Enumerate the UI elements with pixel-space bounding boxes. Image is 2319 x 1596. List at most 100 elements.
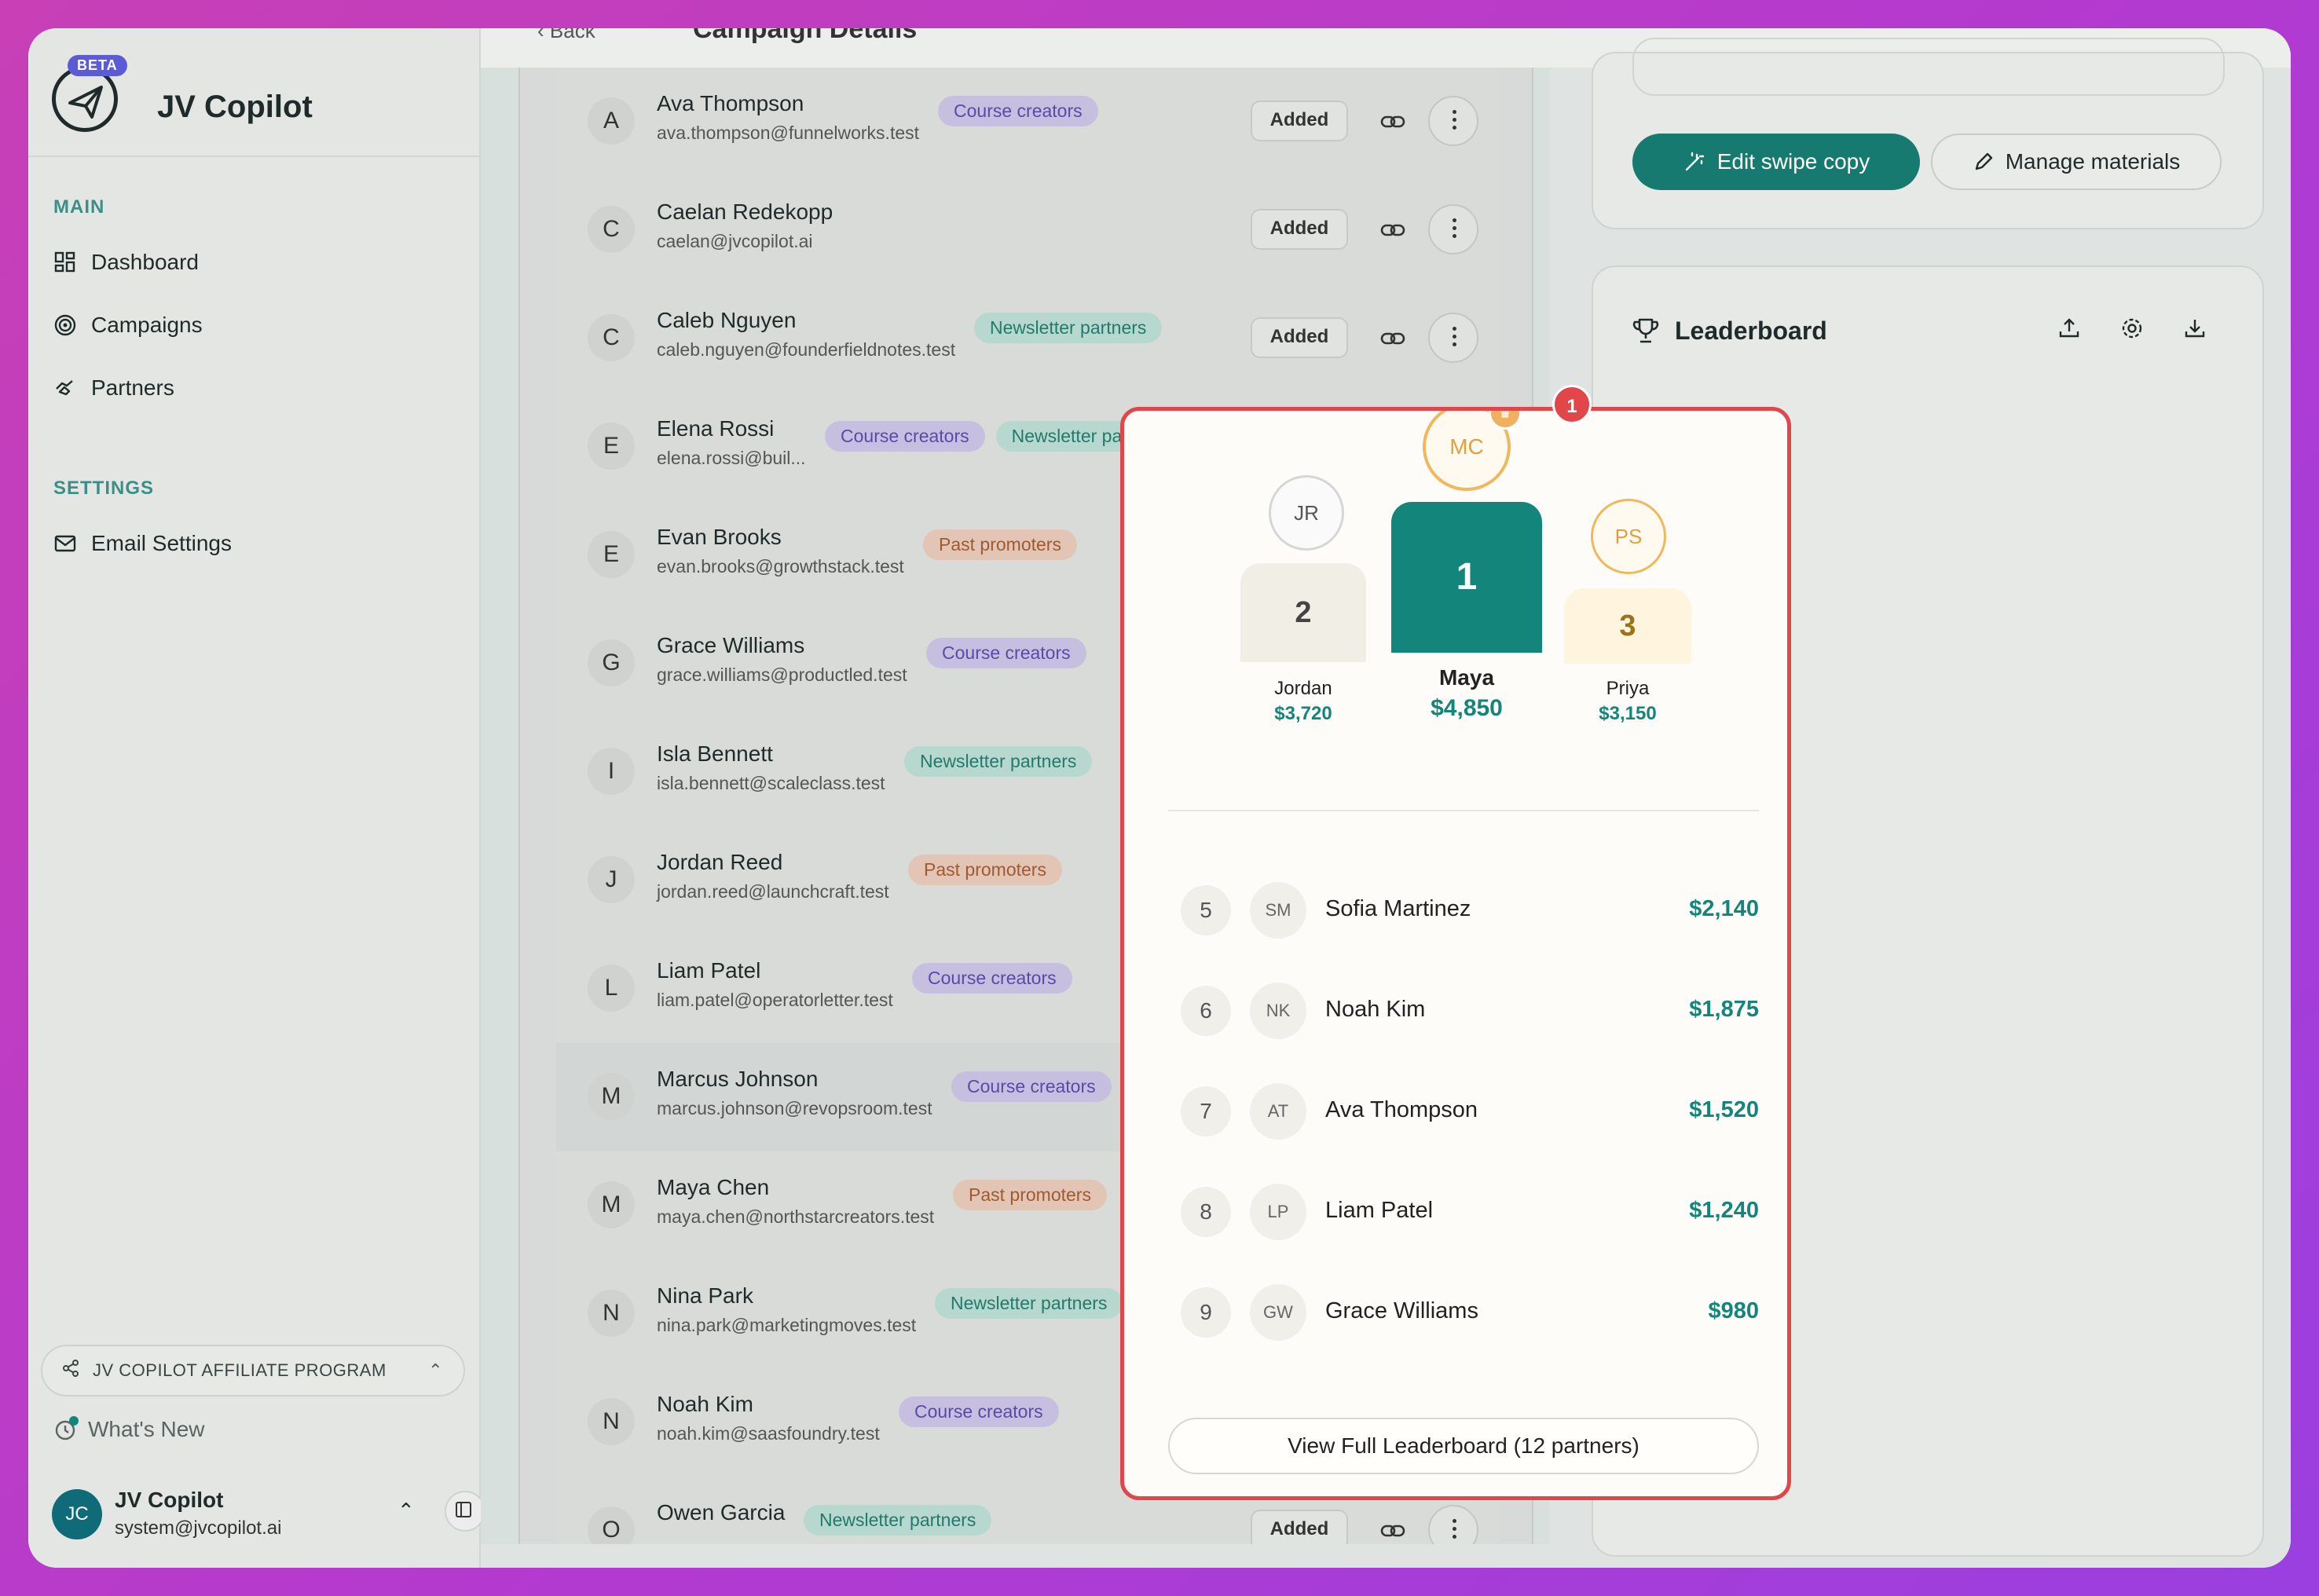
podium-name-first: Maya: [1438, 665, 1495, 690]
avatar: GW: [1250, 1284, 1306, 1341]
link-icon[interactable]: [1379, 217, 1406, 247]
chevron-up-icon[interactable]: ⌃: [397, 1499, 415, 1523]
list-item[interactable]: 8 LP Liam Patel $1,240: [1168, 1162, 1765, 1262]
upload-icon[interactable]: [2057, 316, 2082, 345]
status-badge: Added: [1251, 1510, 1348, 1544]
toggle-sidebar-button[interactable]: [445, 1491, 485, 1532]
sidebar-item-partners[interactable]: Partners: [53, 364, 446, 412]
tag-group: Newsletter partners: [904, 746, 1093, 777]
kebab-icon: [1453, 327, 1456, 350]
podium-amount-first: $4,850: [1431, 695, 1503, 721]
more-options-button[interactable]: [1428, 204, 1478, 254]
gear-icon[interactable]: [2119, 316, 2145, 345]
avatar: O: [588, 1506, 635, 1544]
more-options-button[interactable]: [1428, 1505, 1478, 1544]
user-email: system@jvcopilot.ai: [115, 1517, 282, 1539]
podium-amount-third: $3,150: [1599, 703, 1657, 724]
podium-block-first: 1: [1391, 502, 1542, 653]
status-badge: Added: [1251, 209, 1348, 250]
more-options-button[interactable]: [1428, 96, 1478, 146]
button-label: Manage materials: [2005, 149, 2181, 174]
tag-badge: Course creators: [825, 421, 985, 452]
button-label: Edit swipe copy: [1716, 149, 1870, 174]
partner-amount: $2,140: [1689, 896, 1759, 921]
table-row[interactable]: A Ava Thompson ava.thompson@funnelworks.te…: [556, 68, 1499, 178]
user-menu[interactable]: JC JV Copilot system@jvcopilot.ai ⌃: [52, 1484, 485, 1547]
avatar: NK: [1250, 983, 1306, 1039]
leaderboard-highlight: JR 2 Jordan $3,720 MC ♛ 1 Maya $4,850 PS…: [1120, 407, 1791, 1500]
partner-email: nina.park@marketingmoves.test: [657, 1315, 917, 1335]
divider: [28, 156, 479, 157]
sidebar-item-email-settings[interactable]: Email Settings: [53, 520, 446, 567]
table-row[interactable]: C Caleb Nguyen caleb.nguyen@founderfieldno…: [556, 284, 1499, 394]
list-item[interactable]: 5 SM Sofia Martinez $2,140: [1168, 860, 1765, 961]
avatar: C: [588, 206, 635, 253]
partner-email: grace.williams@productled.test: [657, 664, 907, 685]
partner-email: isla.bennett@scaleclass.test: [657, 773, 885, 793]
whats-new-link[interactable]: What's New: [53, 1416, 205, 1442]
list-item[interactable]: 6 NK Noah Kim $1,875: [1168, 961, 1765, 1061]
avatar: I: [588, 748, 635, 795]
avatar: L: [588, 965, 635, 1012]
tag-group: Course creators: [899, 1396, 1059, 1427]
link-icon[interactable]: [1379, 1517, 1406, 1544]
tag-badge: Newsletter partners: [974, 313, 1163, 343]
partner-name: Owen Garcia: [657, 1500, 786, 1525]
avatar: JC: [52, 1489, 102, 1539]
more-options-button[interactable]: [1428, 313, 1478, 363]
tag-badge: Course creators: [926, 638, 1086, 668]
avatar: E: [588, 531, 635, 578]
view-full-leaderboard-button[interactable]: View Full Leaderboard (12 partners): [1168, 1418, 1759, 1474]
trophy-icon: [1632, 318, 1659, 343]
podium-block-third: 3: [1564, 588, 1691, 664]
sidebar-item-dashboard[interactable]: Dashboard: [53, 239, 446, 286]
partner-email: maya.chen@northstarcreators.test: [657, 1206, 935, 1227]
tag-group: Course creators: [912, 963, 1072, 994]
tag-group: Course creators: [951, 1071, 1112, 1102]
partner-email: noah.kim@saasfoundry.test: [657, 1423, 880, 1444]
partner-email: jordan.reed@launchcraft.test: [657, 881, 889, 902]
brand[interactable]: BETA JV Copilot: [52, 50, 460, 152]
partner-email: marcus.johnson@revopsroom.test: [657, 1098, 932, 1118]
table-row[interactable]: C Caelan Redekopp caelan@jvcopilot.ai Added: [556, 176, 1499, 286]
rank-badge: 9: [1181, 1287, 1231, 1338]
sidebar-item-label: Campaigns: [91, 313, 203, 337]
partner-email: elena.rossi@buil...: [657, 448, 806, 468]
podium-block-second: 2: [1240, 563, 1366, 662]
tag-group: Newsletter partners: [974, 313, 1163, 343]
podium-avatar-second: JR: [1269, 475, 1344, 551]
back-link[interactable]: ‹ Back: [537, 28, 595, 43]
download-icon[interactable]: [2182, 316, 2207, 345]
partner-name: Maya Chen: [657, 1175, 770, 1199]
list-item[interactable]: 9 GW Grace Williams $980: [1168, 1262, 1765, 1341]
link-icon[interactable]: [1379, 108, 1406, 139]
kebab-icon: [1453, 218, 1456, 242]
avatar: M: [588, 1073, 635, 1120]
target-icon: [53, 313, 77, 337]
list-item[interactable]: 7 AT Ava Thompson $1,520: [1168, 1061, 1765, 1162]
partner-amount: $1,240: [1689, 1198, 1759, 1223]
affiliate-label: JV COPILOT AFFILIATE PROGRAM: [93, 1360, 386, 1380]
manage-materials-button[interactable]: Manage materials: [1931, 134, 2222, 190]
sidebar-item-label: Dashboard: [91, 250, 199, 274]
partner-name: Ava Thompson: [657, 91, 804, 115]
partner-name: Grace Williams: [657, 633, 805, 657]
avatar: G: [588, 639, 635, 686]
list-item[interactable]: 4EBEvan Brooks$2,460: [1168, 841, 1765, 860]
leaderboard-list: 4EBEvan Brooks$2,460 5 SM Sofia Martinez $2,…: [1168, 841, 1765, 1341]
tag-group: Course creators: [926, 638, 1086, 668]
tag-group: Newsletter partners: [804, 1505, 992, 1536]
avatar: C: [588, 314, 635, 361]
edit-swipe-copy-button[interactable]: Edit swipe copy: [1632, 134, 1920, 190]
link-icon[interactable]: [1379, 325, 1406, 356]
podium-name-second: Jordan: [1274, 678, 1332, 699]
avatar: M: [588, 1181, 635, 1228]
user-name: JV Copilot: [115, 1488, 224, 1512]
magic-wand-icon: [1685, 152, 1704, 171]
sidebar-item-campaigns[interactable]: Campaigns: [53, 302, 446, 349]
avatar: SM: [1250, 882, 1306, 939]
beta-badge: BETA: [68, 55, 127, 76]
partner-name: Caelan Redekopp: [657, 200, 833, 224]
partner-email: caleb.nguyen@founderfieldnotes.test: [657, 339, 956, 360]
affiliate-program-toggle[interactable]: JV COPILOT AFFILIATE PROGRAM ⌃: [41, 1345, 465, 1396]
